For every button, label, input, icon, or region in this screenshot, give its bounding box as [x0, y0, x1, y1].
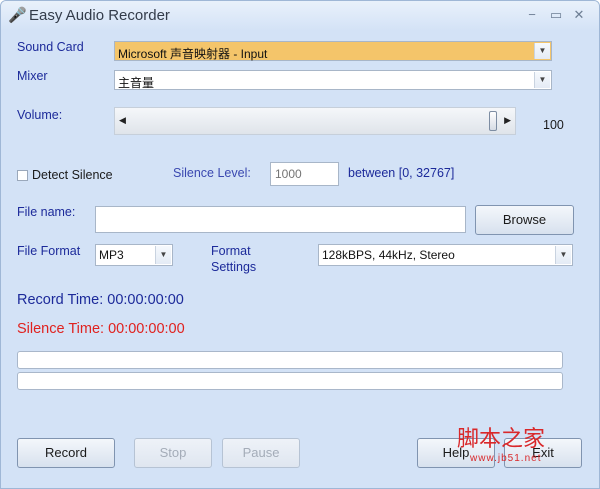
level-meter-2	[17, 372, 563, 390]
watermark-text: 脚本之家	[457, 427, 546, 452]
sound-card-select[interactable]: Microsoft 声音映射器 - Input ▼	[114, 41, 552, 61]
file-format-value: MP3	[99, 248, 124, 262]
file-name-input[interactable]	[95, 206, 466, 233]
level-meter-1	[17, 351, 563, 369]
record-button[interactable]: Record	[17, 438, 115, 468]
detect-silence-checkbox[interactable]	[17, 170, 28, 181]
mixer-select[interactable]: 主音量 ▼	[114, 70, 552, 90]
detect-silence-label: Detect Silence	[32, 168, 113, 182]
format-settings-label-2: Settings	[211, 260, 257, 274]
file-format-select[interactable]: MP3 ▼	[95, 244, 173, 266]
window-title: Easy Audio Recorder	[29, 7, 170, 24]
arrow-left-icon[interactable]: ◀	[119, 115, 126, 126]
arrow-right-icon[interactable]: ▶	[504, 115, 511, 126]
close-button[interactable]: ✕	[570, 6, 588, 24]
volume-slider-thumb[interactable]	[489, 111, 497, 131]
volume-label: Volume:	[17, 108, 63, 122]
volume-slider[interactable]: ◀ ▶	[114, 107, 516, 135]
chevron-down-icon[interactable]: ▼	[534, 72, 550, 88]
mixer-label: Mixer	[17, 69, 48, 83]
chevron-down-icon[interactable]: ▼	[534, 43, 550, 59]
browse-button[interactable]: Browse	[475, 205, 574, 235]
file-format-label: File Format	[17, 244, 81, 258]
maximize-button[interactable]: ▭	[547, 6, 565, 24]
volume-value: 100	[543, 118, 564, 132]
pause-button[interactable]: Pause	[222, 438, 300, 468]
sound-card-label: Sound Card	[17, 40, 84, 54]
format-settings-select[interactable]: 128kBPS, 44kHz, Stereo ▼	[318, 244, 573, 266]
minimize-button[interactable]: −	[523, 6, 541, 24]
watermark-url: www.jb51.net	[470, 453, 542, 464]
format-settings-label-1: Format	[211, 244, 251, 258]
file-name-label: File name:	[17, 205, 76, 219]
sound-card-value: Microsoft 声音映射器 - Input	[118, 47, 268, 61]
silence-time-status: Silence Time: 00:00:00:00	[17, 321, 185, 337]
chevron-down-icon[interactable]: ▼	[155, 246, 171, 264]
format-settings-value: 128kBPS, 44kHz, Stereo	[322, 248, 455, 262]
microphone-icon: 🎤	[8, 7, 27, 24]
silence-level-input[interactable]	[270, 162, 339, 186]
app-window: 🎤 Easy Audio Recorder − ▭ ✕ Sound Card M…	[0, 0, 600, 489]
file-name-field[interactable]	[96, 207, 465, 232]
mixer-value: 主音量	[118, 76, 155, 90]
silence-level-label: Silence Level:	[173, 166, 251, 180]
silence-level-field[interactable]	[271, 163, 338, 185]
record-time-status: Record Time: 00:00:00:00	[17, 292, 184, 308]
stop-button[interactable]: Stop	[134, 438, 212, 468]
silence-level-range: between [0, 32767]	[348, 166, 455, 180]
chevron-down-icon[interactable]: ▼	[555, 246, 571, 264]
title-bar: 🎤 Easy Audio Recorder − ▭ ✕	[1, 1, 599, 31]
